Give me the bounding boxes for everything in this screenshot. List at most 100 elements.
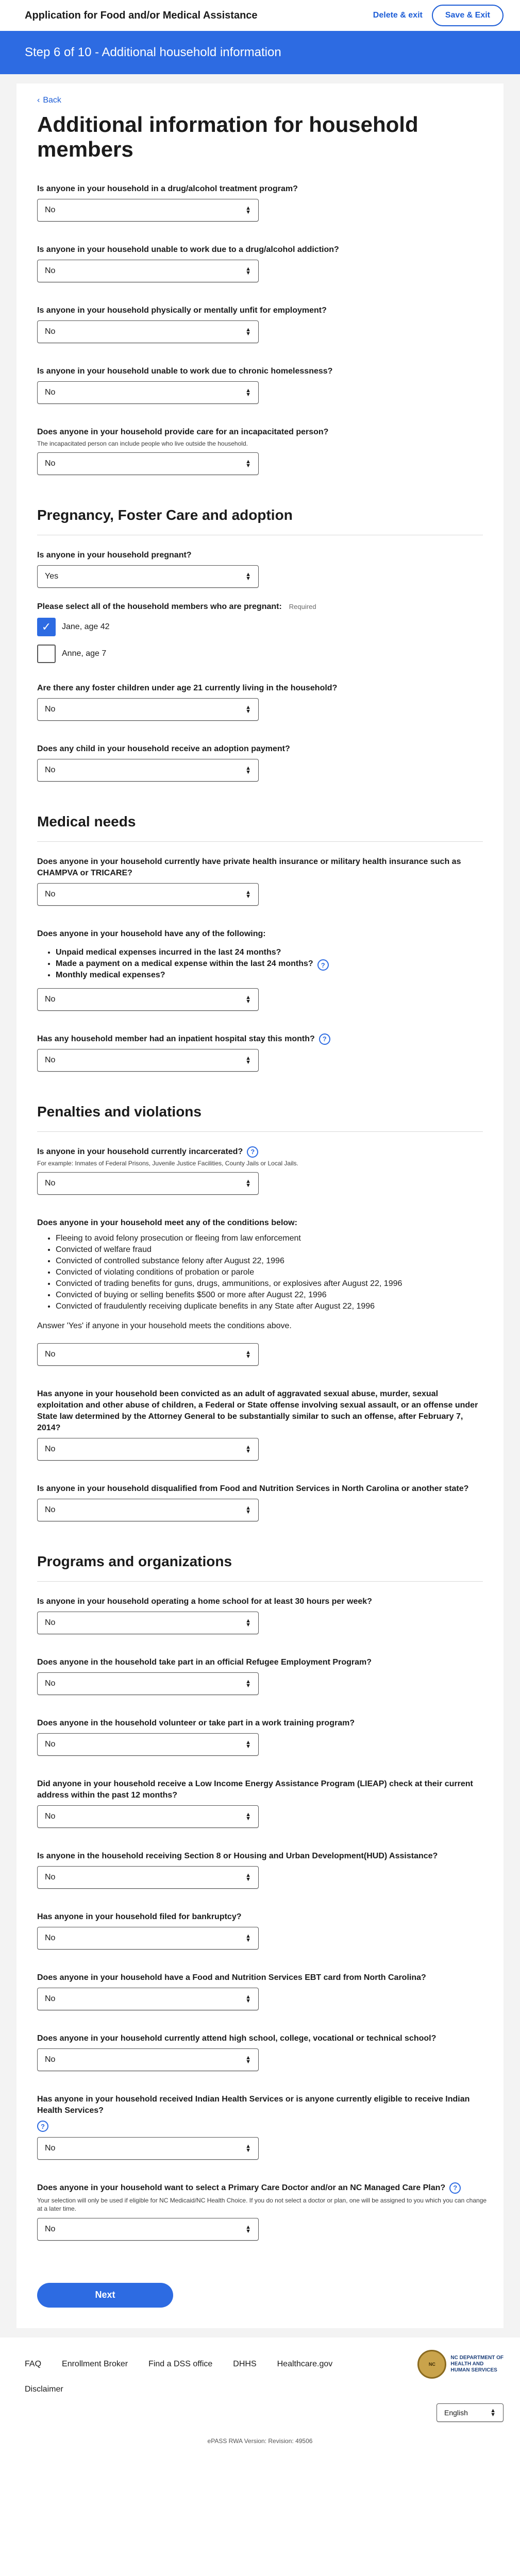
select-value: No: [45, 459, 56, 468]
section-title-pregnancy: Pregnancy, Foster Care and adoption: [37, 507, 483, 535]
select-value: No: [45, 1934, 56, 1943]
conditions-select[interactable]: No ▲ ▼: [37, 1343, 259, 1366]
question-label: Are there any foster children under age …: [37, 684, 338, 692]
addiction-select[interactable]: No ▲ ▼: [37, 260, 259, 282]
foster-select[interactable]: No ▲ ▼: [37, 698, 259, 721]
list-item: Convicted of buying or selling benefits …: [56, 1290, 483, 1301]
question-label: Is anyone in your household currently in…: [37, 1146, 483, 1158]
select-value: No: [45, 1505, 56, 1515]
disqualified-select[interactable]: No ▲ ▼: [37, 1499, 259, 1522]
list-item: Convicted of controlled substance felony…: [56, 1256, 483, 1267]
logo-line-2: HEALTH AND: [450, 2361, 484, 2367]
help-icon[interactable]: ?: [318, 1033, 330, 1045]
incarcerated-label: Is anyone in your household currently in…: [37, 1147, 243, 1157]
adoption-select[interactable]: No ▲ ▼: [37, 759, 259, 782]
school-select[interactable]: No ▲ ▼: [37, 2048, 259, 2072]
footer-link-faq[interactable]: FAQ: [25, 2360, 41, 2369]
footer-link-healthcare-gov[interactable]: Healthcare.gov: [277, 2360, 333, 2369]
step-banner: Step 6 of 10 - Additional household info…: [0, 31, 520, 74]
inpatient-select[interactable]: No ▲ ▼: [37, 1049, 259, 1072]
insurance-select[interactable]: No ▲ ▼: [37, 883, 259, 906]
question-label: Does anyone in your household have a Foo…: [37, 1973, 426, 1982]
select-members-label: Please select all of the household membe…: [37, 602, 282, 611]
back-label: Back: [43, 96, 61, 105]
footer: FAQ Enrollment Broker Find a DSS office …: [0, 2337, 520, 2379]
select-value: No: [45, 1873, 56, 1882]
incapacitated-select[interactable]: No ▲ ▼: [37, 452, 259, 475]
select-value: No: [45, 766, 56, 774]
question-label: Is anyone in your household disqualified…: [37, 1484, 469, 1494]
help-icon[interactable]: ?: [37, 2121, 48, 2132]
question-label: Does anyone in your household want to se…: [37, 2182, 483, 2194]
sort-arrows-icon: ▲ ▼: [245, 2055, 251, 2065]
question-note: Your selection will only be used if elig…: [37, 2196, 487, 2212]
select-value: No: [45, 995, 56, 1004]
footer-link-dhhs[interactable]: DHHS: [233, 2360, 256, 2369]
sort-arrows-icon: ▲ ▼: [245, 1994, 251, 2005]
pregnant-select[interactable]: Yes ▲ ▼: [37, 565, 259, 588]
select-value: No: [45, 2224, 56, 2233]
help-icon[interactable]: ?: [449, 2182, 461, 2194]
section-title-penalties: Penalties and violations: [37, 1104, 483, 1132]
question-label: Does anyone in your household currently …: [37, 2034, 437, 2043]
question-inpatient: Has any household member had an inpatien…: [37, 1022, 483, 1072]
footer-links: FAQ Enrollment Broker Find a DSS office …: [25, 2360, 332, 2369]
member-checkbox-anne[interactable]: Anne, age 7: [37, 645, 483, 663]
member-checkbox-jane[interactable]: ✓ Jane, age 42: [37, 618, 483, 636]
list-item: Monthly medical expenses?: [56, 970, 313, 981]
section-title-medical: Medical needs: [37, 814, 483, 842]
checkbox-empty[interactable]: [37, 645, 56, 663]
app-title: Application for Food and/or Medical Assi…: [25, 9, 258, 21]
expenses-list-row: Unpaid medical expenses incurred in the …: [37, 944, 483, 986]
medical-expenses-select[interactable]: No ▲ ▼: [37, 988, 259, 1011]
treatment-select[interactable]: No ▲ ▼: [37, 199, 259, 222]
sort-arrows-icon: ▲ ▼: [245, 2224, 251, 2234]
next-button[interactable]: Next: [37, 2282, 173, 2308]
select-value: No: [45, 1994, 56, 2004]
sort-arrows-icon: ▲ ▼: [245, 1933, 251, 1944]
incarcerated-select[interactable]: No ▲ ▼: [37, 1172, 259, 1195]
lieap-select[interactable]: No ▲ ▼: [37, 1805, 259, 1828]
question-section8: Is anyone in the household receiving Sec…: [37, 1839, 483, 1889]
bankruptcy-select[interactable]: No ▲ ▼: [37, 1927, 259, 1950]
question-label: Has anyone in your household filed for b…: [37, 1912, 242, 1922]
footer-link-enrollment-broker[interactable]: Enrollment Broker: [62, 2360, 128, 2369]
work-training-select[interactable]: No ▲ ▼: [37, 1733, 259, 1756]
question-homelessness: Is anyone in your household unable to wo…: [37, 354, 483, 404]
help-icon[interactable]: ?: [317, 959, 329, 971]
section8-select[interactable]: No ▲ ▼: [37, 1866, 259, 1889]
question-label: Is anyone in your household pregnant?: [37, 551, 192, 560]
question-incapacitated: Does anyone in your household provide ca…: [37, 415, 483, 475]
back-link[interactable]: ‹ Back: [37, 83, 483, 105]
question-treatment: Is anyone in your household in a drug/al…: [37, 172, 483, 222]
delete-exit-button[interactable]: Delete & exit: [373, 11, 423, 20]
sort-arrows-icon: ▲ ▼: [245, 2143, 251, 2154]
home-school-select[interactable]: No ▲ ▼: [37, 1612, 259, 1635]
select-value: No: [45, 388, 56, 397]
language-select[interactable]: English ▲ ▼: [437, 2403, 504, 2422]
save-exit-button[interactable]: Save & Exit: [431, 5, 504, 26]
list-item: Made a payment on a medical expense with…: [56, 958, 313, 970]
logo-line-1: NC DEPARTMENT OF: [450, 2354, 504, 2361]
homelessness-select[interactable]: No ▲ ▼: [37, 381, 259, 404]
indian-health-select[interactable]: No ▲ ▼: [37, 2137, 259, 2160]
question-label: Does any child in your household receive…: [37, 744, 290, 753]
list-item: Convicted of violating conditions of pro…: [56, 1267, 483, 1278]
footer-link-disclaimer[interactable]: Disclaimer: [0, 2379, 520, 2394]
convicted-select[interactable]: No ▲ ▼: [37, 1438, 259, 1461]
ebt-card-select[interactable]: No ▲ ▼: [37, 1988, 259, 2011]
question-foster: Are there any foster children under age …: [37, 671, 483, 721]
sort-arrows-icon: ▲ ▼: [245, 571, 251, 582]
footer-link-find-dss[interactable]: Find a DSS office: [148, 2360, 212, 2369]
question-work-training: Does anyone in the household volunteer o…: [37, 1706, 483, 1756]
refugee-select[interactable]: No ▲ ▼: [37, 1672, 259, 1696]
sort-arrows-icon: ▲ ▼: [245, 327, 251, 337]
sort-arrows-icon: ▲ ▼: [245, 1055, 251, 1066]
primary-care-select[interactable]: No ▲ ▼: [37, 2217, 259, 2241]
unfit-select[interactable]: No ▲ ▼: [37, 320, 259, 343]
question-label: Has anyone in your household been convic…: [37, 1389, 478, 1433]
question-label: Does anyone in your household provide ca…: [37, 428, 329, 436]
help-icon[interactable]: ?: [247, 1146, 259, 1158]
sort-arrows-icon: ▲ ▼: [245, 994, 251, 1005]
checkmark-icon[interactable]: ✓: [37, 618, 56, 636]
